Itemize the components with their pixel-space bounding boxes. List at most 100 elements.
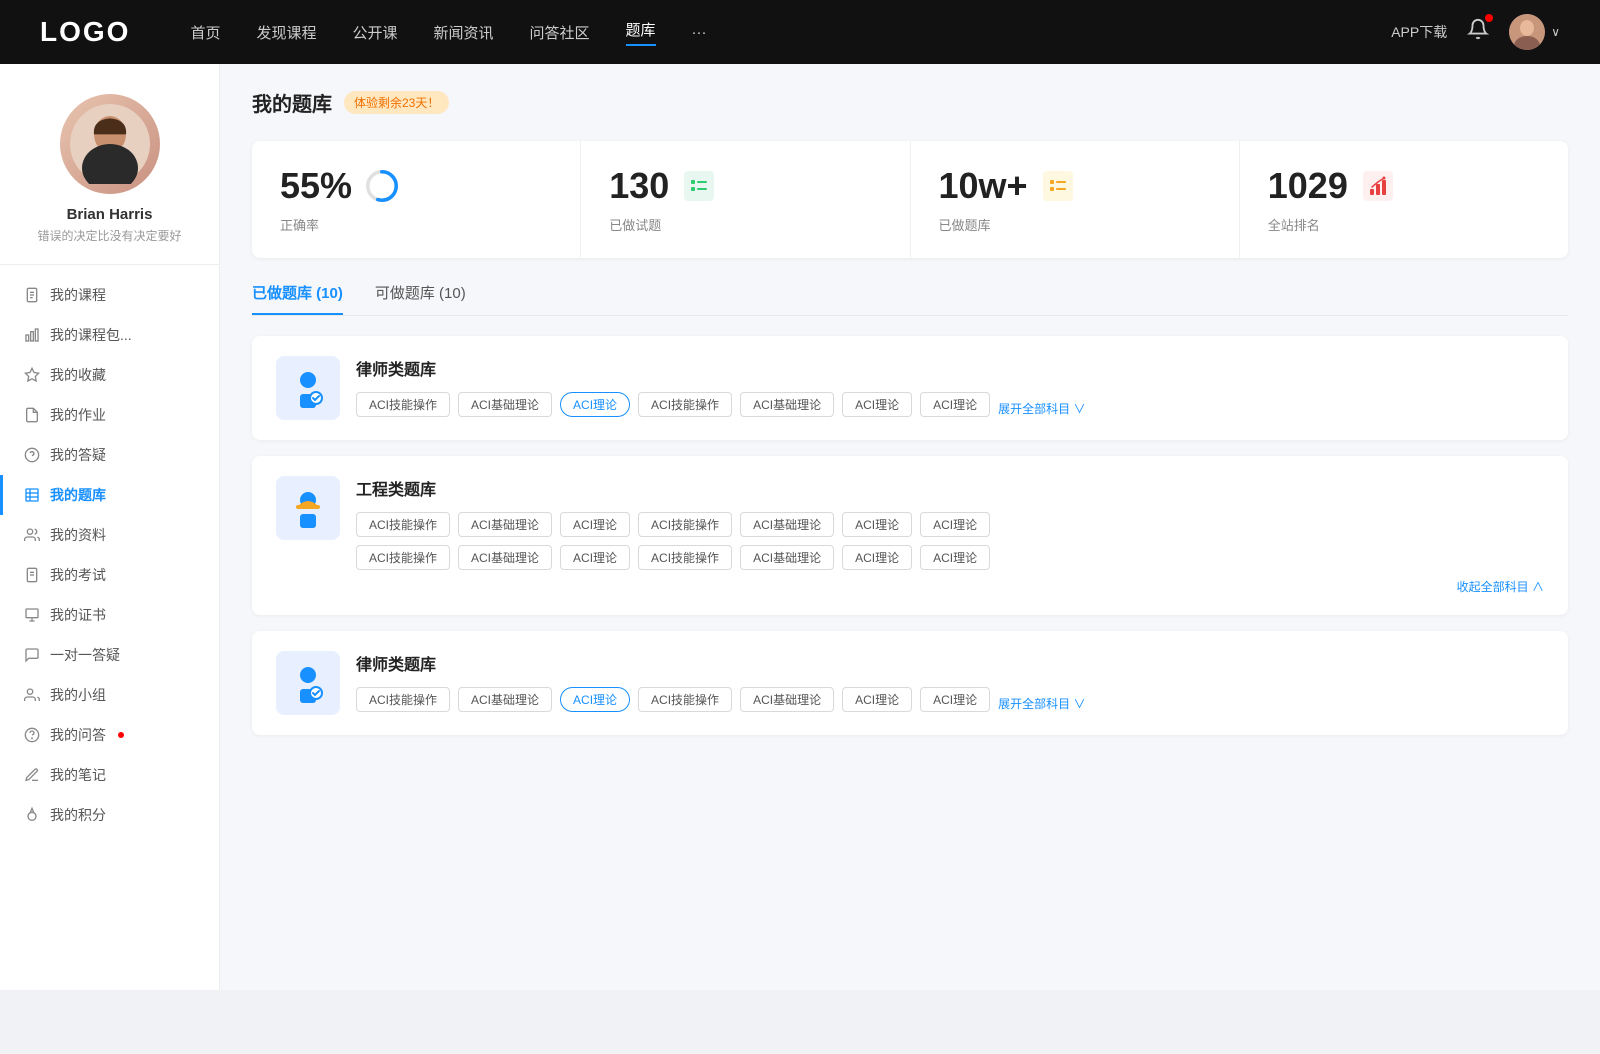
bank-icon-lawyer	[276, 356, 340, 420]
bank-card-0: 律师类题库 ACI技能操作 ACI基础理论 ACI理论 ACI技能操作 ACI基…	[252, 336, 1568, 440]
sidebar-item-my-courses[interactable]: 我的课程	[0, 275, 219, 315]
page-title: 我的题库	[252, 88, 332, 117]
group-icon	[24, 687, 40, 703]
sidebar-item-label: 我的小组	[50, 685, 106, 705]
qmark-icon	[24, 727, 40, 743]
tab-available-banks[interactable]: 可做题库 (10)	[375, 282, 466, 315]
tag[interactable]: ACI技能操作	[356, 687, 450, 712]
chevron-down-icon: ∨	[1551, 25, 1560, 39]
sidebar-item-my-points[interactable]: 我的积分	[0, 795, 219, 835]
tag[interactable]: ACI理论	[842, 545, 912, 570]
tag[interactable]: ACI基础理论	[458, 545, 552, 570]
tag[interactable]: ACI理论	[920, 512, 990, 537]
tag[interactable]: ACI理论	[920, 687, 990, 712]
sidebar-item-my-profile[interactable]: 我的资料	[0, 515, 219, 555]
bank-card-2: 律师类题库 ACI技能操作 ACI基础理论 ACI理论 ACI技能操作 ACI基…	[252, 631, 1568, 735]
tag[interactable]: ACI基础理论	[740, 392, 834, 417]
tag[interactable]: ACI技能操作	[638, 512, 732, 537]
tag[interactable]: ACI基础理论	[740, 512, 834, 537]
tag[interactable]: ACI理论	[920, 545, 990, 570]
sidebar-item-my-group[interactable]: 我的小组	[0, 675, 219, 715]
sidebar-item-label: 我的课程包...	[50, 325, 132, 345]
nav-discover[interactable]: 发现课程	[256, 22, 316, 43]
sidebar-item-my-qa[interactable]: 我的答疑	[0, 435, 219, 475]
tag[interactable]: ACI技能操作	[356, 512, 450, 537]
page-wrapper: Brian Harris 错误的决定比没有决定要好 我的课程 我的课程包...	[0, 64, 1600, 990]
user-avatar-menu[interactable]: ∨	[1509, 14, 1560, 50]
notification-bell[interactable]	[1467, 18, 1489, 46]
app-download[interactable]: APP下载	[1391, 22, 1447, 42]
expand-button[interactable]: 展开全部科目 ∨	[998, 695, 1085, 712]
tag[interactable]: ACI技能操作	[638, 545, 732, 570]
tag[interactable]: ACI基础理论	[458, 687, 552, 712]
tag[interactable]: ACI理论	[920, 392, 990, 417]
sidebar-item-homework[interactable]: 我的作业	[0, 395, 219, 435]
expand-button[interactable]: 展开全部科目 ∨	[998, 400, 1085, 417]
sidebar-item-label: 我的收藏	[50, 365, 106, 385]
nav-home[interactable]: 首页	[190, 22, 220, 43]
nav-open-course[interactable]: 公开课	[352, 22, 397, 43]
bank-card-header: 律师类题库 ACI技能操作 ACI基础理论 ACI理论 ACI技能操作 ACI基…	[276, 356, 1544, 420]
stat-ranking: 1029 全站排名	[1240, 141, 1568, 258]
tag[interactable]: ACI理论	[842, 512, 912, 537]
stat-main: 55%	[280, 165, 552, 207]
file-icon	[24, 287, 40, 303]
tag[interactable]: ACI基础理论	[458, 392, 552, 417]
sidebar-item-my-exam[interactable]: 我的考试	[0, 555, 219, 595]
nav-more[interactable]: ···	[692, 24, 707, 41]
tag[interactable]: ACI理论	[560, 512, 630, 537]
nav-qa[interactable]: 问答社区	[530, 22, 590, 43]
sidebar-item-my-questions[interactable]: 我的问答	[0, 715, 219, 755]
tag-active[interactable]: ACI理论	[560, 687, 630, 712]
stats-row: 55% 正确率 130	[252, 141, 1568, 258]
bank-info: 律师类题库 ACI技能操作 ACI基础理论 ACI理论 ACI技能操作 ACI基…	[356, 356, 1544, 417]
question-circle-icon	[24, 447, 40, 463]
sidebar-item-course-pack[interactable]: 我的课程包...	[0, 315, 219, 355]
tag[interactable]: ACI理论	[842, 687, 912, 712]
bank-title: 律师类题库	[356, 356, 1544, 380]
main-content: 我的题库 体验剩余23天！ 55% 正确率	[220, 64, 1600, 990]
profile-avatar	[60, 94, 160, 194]
nav-menu: 首页 发现课程 公开课 新闻资讯 问答社区 题库 ···	[190, 19, 1391, 46]
sidebar-item-label: 我的积分	[50, 805, 106, 825]
note-icon	[24, 767, 40, 783]
nav-bank[interactable]: 题库	[626, 19, 656, 46]
stat-main: 130	[609, 165, 881, 207]
sidebar-item-label: 我的作业	[50, 405, 106, 425]
stat-value: 130	[609, 165, 669, 207]
tag[interactable]: ACI技能操作	[356, 545, 450, 570]
chart-icon	[24, 327, 40, 343]
table-icon	[24, 487, 40, 503]
profile-name: Brian Harris	[67, 206, 153, 223]
sidebar-item-favorites[interactable]: 我的收藏	[0, 355, 219, 395]
stat-correct-rate: 55% 正确率	[252, 141, 581, 258]
tag[interactable]: ACI理论	[560, 545, 630, 570]
sidebar-item-my-bank[interactable]: 我的题库	[0, 475, 219, 515]
stat-label: 全站排名	[1268, 215, 1540, 234]
sidebar-menu: 我的课程 我的课程包... 我的收藏 我的作业	[0, 265, 219, 845]
sidebar-item-my-cert[interactable]: 我的证书	[0, 595, 219, 635]
profile-section: Brian Harris 错误的决定比没有决定要好	[0, 94, 219, 265]
tag[interactable]: ACI基础理论	[740, 545, 834, 570]
bank-info: 工程类题库 ACI技能操作 ACI基础理论 ACI理论 ACI技能操作 ACI基…	[356, 476, 1544, 595]
tag[interactable]: ACI基础理论	[740, 687, 834, 712]
stat-label: 正确率	[280, 215, 552, 234]
sidebar-item-label: 我的答疑	[50, 445, 106, 465]
chat-icon	[24, 647, 40, 663]
tag-active[interactable]: ACI理论	[560, 392, 630, 417]
sidebar-item-one-on-one[interactable]: 一对一答疑	[0, 635, 219, 675]
list-green-icon	[681, 168, 717, 204]
tag[interactable]: ACI技能操作	[638, 687, 732, 712]
tag[interactable]: ACI技能操作	[638, 392, 732, 417]
tab-done-banks[interactable]: 已做题库 (10)	[252, 282, 343, 315]
sidebar-item-my-notes[interactable]: 我的笔记	[0, 755, 219, 795]
tag[interactable]: ACI理论	[842, 392, 912, 417]
nav-news[interactable]: 新闻资讯	[434, 22, 494, 43]
logo[interactable]: LOGO	[40, 16, 130, 48]
bank-icon-engineer	[276, 476, 340, 540]
collapse-button[interactable]: 收起全部科目 ∧	[356, 578, 1544, 595]
sidebar-item-label: 我的题库	[50, 485, 106, 505]
tag[interactable]: ACI技能操作	[356, 392, 450, 417]
stat-value: 1029	[1268, 165, 1348, 207]
tag[interactable]: ACI基础理论	[458, 512, 552, 537]
